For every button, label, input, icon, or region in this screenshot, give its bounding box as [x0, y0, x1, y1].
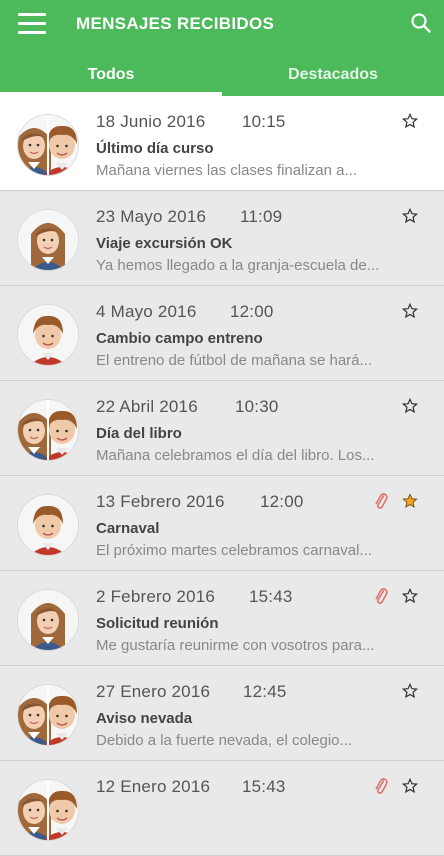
star-outline-icon[interactable]	[401, 397, 419, 414]
message-date: 22 Abril 2016	[96, 397, 198, 416]
message-time: 15:43	[249, 587, 293, 606]
message-preview: Mañana viernes las clases finalizan a...	[96, 162, 357, 179]
message-preview: Ya hemos llegado a la granja-escuela de.…	[96, 257, 380, 274]
message-time: 12:00	[230, 302, 274, 321]
message-row[interactable]: 13 Febrero 2016 12:00 Carnaval El próximo m…	[0, 476, 444, 571]
message-preview: Debido a la fuerte nevada, el colegio...	[96, 732, 353, 749]
message-date: 27 Enero 2016	[96, 682, 211, 701]
message-row[interactable]: 4 Mayo 2016 12:00 Cambio campo entreno El e…	[0, 286, 444, 381]
message-preview: El próximo martes celebramos carnaval...	[96, 542, 372, 559]
star-outline-icon[interactable]	[401, 777, 419, 794]
tab-bar: Todos Destacados	[0, 56, 444, 96]
message-date: 18 Junio 2016	[96, 112, 206, 131]
message-subject: Carnaval	[96, 520, 160, 537]
message-time: 10:30	[235, 397, 279, 416]
message-date: 23 Mayo 2016	[96, 207, 207, 226]
star-filled-icon[interactable]	[402, 493, 418, 509]
search-icon[interactable]	[410, 12, 432, 34]
star-outline-icon[interactable]	[401, 207, 419, 224]
attachment-icon	[374, 492, 388, 510]
hamburger-menu-icon[interactable]	[18, 13, 46, 35]
tab-destacados[interactable]: Destacados	[222, 56, 444, 96]
avatar	[17, 589, 79, 651]
message-date: 12 Enero 2016	[96, 777, 211, 796]
message-preview: El entreno de fútbol de mañana se hará..…	[96, 352, 373, 369]
message-preview: Me gustaría reunirme con vosotros para..…	[96, 637, 375, 654]
attachment-icon	[374, 587, 388, 605]
message-subject: Aviso nevada	[96, 710, 193, 727]
message-row[interactable]: 18 Junio 2016 10:15 Último día curso Mañana…	[0, 96, 444, 191]
attachment-icon	[374, 777, 388, 795]
message-row[interactable]: 22 Abril 2016 10:30 Día del libro Mañana ce…	[0, 381, 444, 476]
message-subject: Solicitud reunión	[96, 615, 219, 632]
message-row[interactable]: 23 Mayo 2016 11:09 Viaje excursión OK Ya he…	[0, 191, 444, 286]
message-time: 12:45	[243, 682, 287, 701]
message-date: 13 Febrero 2016	[96, 492, 225, 511]
message-time: 15:43	[242, 777, 286, 796]
message-subject: Viaje excursión OK	[96, 235, 233, 252]
message-time: 11:09	[240, 207, 283, 226]
message-row[interactable]: 2 Febrero 2016 15:43 Solicitud reunión Me g…	[0, 571, 444, 666]
message-date: 2 Febrero 2016	[96, 587, 216, 606]
avatar	[17, 209, 79, 271]
message-subject: Último día curso	[96, 140, 214, 157]
avatar	[17, 304, 79, 366]
tab-todos[interactable]: Todos	[0, 56, 222, 96]
star-outline-icon[interactable]	[401, 682, 419, 699]
avatar	[17, 494, 79, 556]
avatar	[17, 399, 79, 461]
message-row[interactable]: 12 Enero 2016 15:43	[0, 761, 444, 856]
page-title: MENSAJES RECIBIDOS	[76, 14, 275, 33]
message-subject: Cambio campo entreno	[96, 330, 263, 347]
message-preview: Mañana celebramos el día del libro. Los.…	[96, 447, 375, 464]
star-outline-icon[interactable]	[401, 112, 419, 129]
message-time: 12:00	[260, 492, 304, 511]
app-bar: MENSAJES RECIBIDOS Todos Destacados	[0, 0, 444, 96]
avatar	[17, 114, 79, 176]
message-list: 18 Junio 2016 10:15 Último día curso Mañana…	[0, 96, 444, 856]
avatar	[17, 779, 79, 841]
message-row[interactable]: 27 Enero 2016 12:45 Aviso nevada Debido a l…	[0, 666, 444, 761]
message-subject: Día del libro	[96, 425, 182, 442]
message-date: 4 Mayo 2016	[96, 302, 197, 321]
message-time: 10:15	[242, 112, 286, 131]
star-outline-icon[interactable]	[401, 587, 419, 604]
star-outline-icon[interactable]	[401, 302, 419, 319]
avatar	[17, 684, 79, 746]
